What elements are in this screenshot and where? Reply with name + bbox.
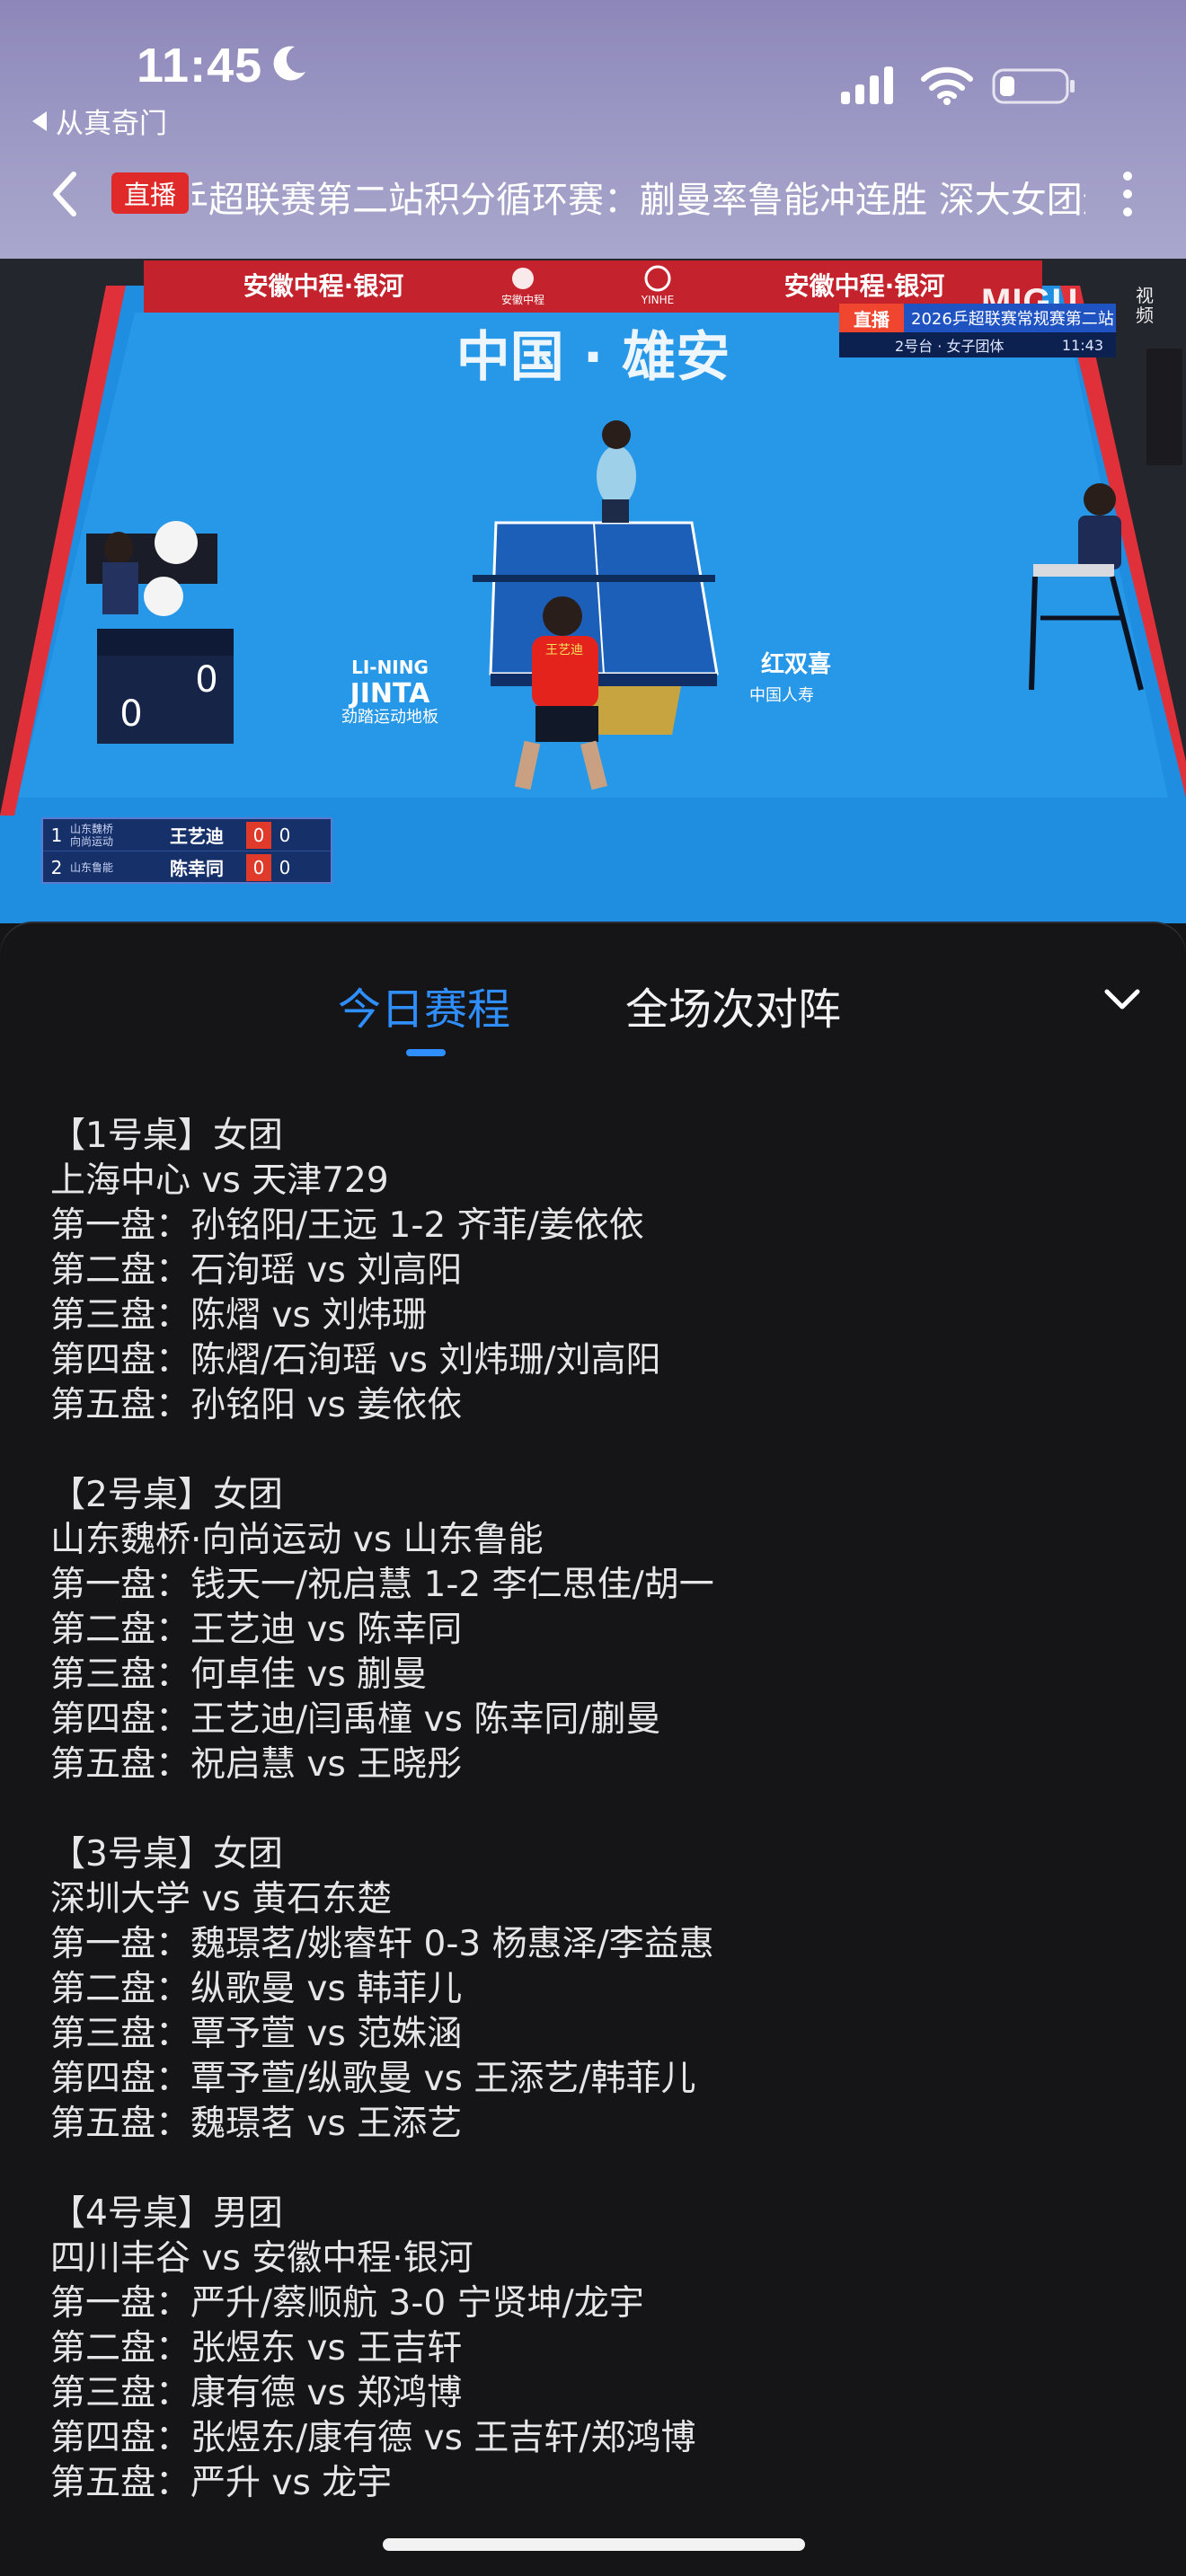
sponsor-right-b: 中国人寿 (749, 686, 814, 705)
table-heading: 【4号桌】男团 (50, 2193, 283, 2234)
match-line: 第一盘：魏璟茗/姚睿轩 0-3 杨惠泽/李益惠 (50, 1924, 714, 1964)
chevron-down-icon[interactable] (1102, 984, 1143, 1013)
umpire-score-left: 0 (119, 693, 142, 735)
schedule-group: 【2号桌】女团山东魏桥·向尚运动 vs 山东鲁能第一盘：钱天一/祝启慧 1-2 … (50, 1473, 1146, 1787)
match-line: 第三盘：陈熠 vs 刘炜珊 (50, 1295, 428, 1336)
match-line: 第五盘：严升 vs 龙宇 (50, 2463, 393, 2503)
match-line: 第二盘：张煜东 vs 王吉轩 (50, 2328, 463, 2369)
match-line: 第二盘：纵歌曼 vs 韩菲儿 (50, 1969, 463, 2009)
scoreboard-index: 2 (50, 856, 63, 878)
team-matchup: 上海中心 vs 天津729 (50, 1160, 389, 1201)
banner-mid-b: YINHE (641, 294, 674, 306)
banner-right-text: 安徽中程·银河 (784, 271, 945, 301)
chevron-left-icon[interactable] (45, 167, 83, 221)
signal-icon (841, 66, 893, 104)
hud-time: 11:43 (1061, 336, 1103, 354)
match-line: 第四盘：覃予萱/纵歌曼 vs 王添艺/韩菲儿 (50, 2059, 696, 2099)
scoreboard-player: 陈幸同 (170, 858, 224, 879)
match-line: 第五盘：魏璟茗 vs 王添艺 (50, 2104, 463, 2144)
hud-table: 2号台 · 女子团体 (895, 338, 1005, 355)
schedule-group: 【1号桌】女团 上海中心 vs 天津729 第一盘：孙铭阳/王远 1-2 齐菲/姜依… (50, 1114, 1146, 1428)
match-line: 第四盘：张煜东/康有德 vs 王吉轩/郑鸿博 (50, 2418, 696, 2458)
active-tab-indicator (406, 1049, 446, 1056)
moon-icon (273, 46, 305, 81)
page-title: 乒超联赛第二站积分循环赛：蒯曼率鲁能冲连胜 深大女团迎 (192, 167, 1085, 223)
sponsor-left-c: 劲踏运动地板 (341, 708, 438, 727)
table-heading: 【1号桌】女团 (50, 1116, 283, 1156)
status-time: 11:45 (137, 39, 263, 93)
schedule-group: 【4号桌】男团 四川丰谷 vs 安徽中程·银河 第一盘：严升/蔡顺航 3-0 宁贤坤… (50, 2192, 1146, 2506)
live-badge: 直播 (111, 172, 189, 214)
match-line: 第五盘：孙铭阳 vs 姜依依 (50, 1385, 463, 1425)
scoreboard-team: 山东鲁能 (70, 861, 147, 874)
court-text: 中国 · 雄安 (456, 326, 730, 389)
banner-mid-a: 安徽中程 (501, 293, 544, 306)
table-heading: 【3号桌】女团 (50, 1834, 283, 1875)
schedule-group: 【3号桌】女团 深圳大学 vs 黄石东楚第一盘：魏璟茗/姚睿轩 0-3 杨惠泽/李… (50, 1832, 1146, 2147)
scoreboard-games: 0 (246, 853, 271, 881)
scoreboard-row: 1 山东魏桥 向尚运动 王艺迪 0 0 (43, 819, 331, 851)
match-line: 第五盘：祝启慧 vs 王晓彤 (50, 1744, 463, 1785)
match-line: 第二盘：石洵瑶 vs 刘高阳 (50, 1250, 463, 1291)
umpire-score-right: 0 (195, 659, 217, 701)
hud-live-badge: 直播 (839, 304, 904, 332)
battery-icon (992, 68, 1075, 104)
scoreboard-index: 1 (50, 824, 63, 846)
team-matchup: 深圳大学 vs 黄石东楚 (50, 1879, 393, 1919)
table-heading: 【2号桌】女团 (50, 1475, 283, 1515)
sponsor-left-b: JINTA (349, 678, 431, 710)
back-triangle-icon (32, 110, 47, 131)
match-line: 第二盘：王艺迪 vs 陈幸同 (50, 1610, 463, 1650)
scoreboard-player: 王艺迪 (170, 825, 224, 847)
match-line: 第四盘：陈熠/石洵瑶 vs 刘炜珊/刘高阳 (50, 1340, 661, 1381)
match-line: 第三盘：康有德 vs 郑鸿博 (50, 2373, 463, 2413)
back-app-label: 从真奇门 (56, 108, 167, 140)
video-player[interactable]: 安徽中程·银河 安徽中程·银河 安徽中程 YINHE 中国 · 雄安 LI-NI… (0, 259, 1186, 923)
match-line: 第三盘：何卓佳 vs 蒯曼 (50, 1654, 428, 1695)
schedule-sheet: 今日赛程 全场次对阵 【1号桌】女团 上海中心 vs 天津729 第一盘：孙铭阳/王… (0, 923, 1186, 2576)
scoreboard-points: 0 (279, 824, 291, 846)
scoreboard-team-line: 向尚运动 (70, 834, 114, 848)
banner-left-text: 安徽中程·银河 (243, 271, 404, 301)
wifi-icon (921, 66, 973, 105)
team-matchup: 四川丰谷 vs 安徽中程·银河 (50, 2238, 474, 2279)
scoreboard-team-line: 山东鲁能 (70, 860, 114, 874)
sponsor-right-a: 红双喜 (761, 650, 831, 678)
app-header: 11:45 从真奇门 直播 乒超联赛第二站积分循环赛：蒯曼率鲁能冲连胜 深大女团… (0, 0, 1186, 259)
back-to-app-link[interactable]: 从真奇门 (32, 101, 167, 141)
scoreboard-team-line: 山东魏桥 (70, 822, 114, 835)
video-brand-sub: 视频 (1136, 285, 1154, 326)
match-line: 第一盘：严升/蔡顺航 3-0 宁贤坤/龙宇 (50, 2283, 644, 2324)
scoreboard-team: 山东魏桥 向尚运动 (70, 823, 147, 848)
broadcast-hud: 直播 2026乒超联赛常规赛第二站 2号台 · 女子团体 11:43 (839, 304, 1116, 359)
scoreboard-row: 2 山东鲁能 陈幸同 0 0 (43, 851, 331, 883)
schedule-list: 【1号桌】女团 上海中心 vs 天津729 第一盘：孙铭阳/王远 1-2 齐菲/姜依… (50, 1114, 1146, 2551)
scoreboard-points: 0 (279, 856, 291, 878)
match-line: 第一盘：孙铭阳/王远 1-2 齐菲/姜依依 (50, 1205, 644, 1246)
match-line: 第三盘：覃予萱 vs 范姝涵 (50, 2014, 463, 2054)
jersey-name: 王艺迪 (545, 643, 583, 657)
tab-today-schedule[interactable]: 今日赛程 (338, 974, 510, 1037)
match-scoreboard: 1 山东魏桥 向尚运动 王艺迪 0 0 2 山东鲁能 陈幸同 0 0 (41, 817, 332, 884)
more-vertical-icon[interactable] (1111, 167, 1145, 221)
match-line: 第四盘：王艺迪/闫禹橦 vs 陈幸同/蒯曼 (50, 1699, 661, 1740)
page-title-text: 乒超联赛第二站积分循环赛：蒯曼率鲁能冲连胜 深大女团迎 (192, 180, 1085, 221)
sponsor-left-a: LI-NING (351, 657, 429, 678)
scoreboard-games: 0 (246, 821, 271, 849)
match-line: 第一盘：钱天一/祝启慧 1-2 李仁思佳/胡一 (50, 1565, 714, 1605)
team-matchup: 山东魏桥·向尚运动 vs 山东鲁能 (50, 1520, 544, 1560)
home-indicator[interactable] (383, 2538, 805, 2551)
hud-title: 2026乒超联赛常规赛第二站 (904, 304, 1116, 332)
tab-all-matchups[interactable]: 全场次对阵 (625, 974, 841, 1037)
